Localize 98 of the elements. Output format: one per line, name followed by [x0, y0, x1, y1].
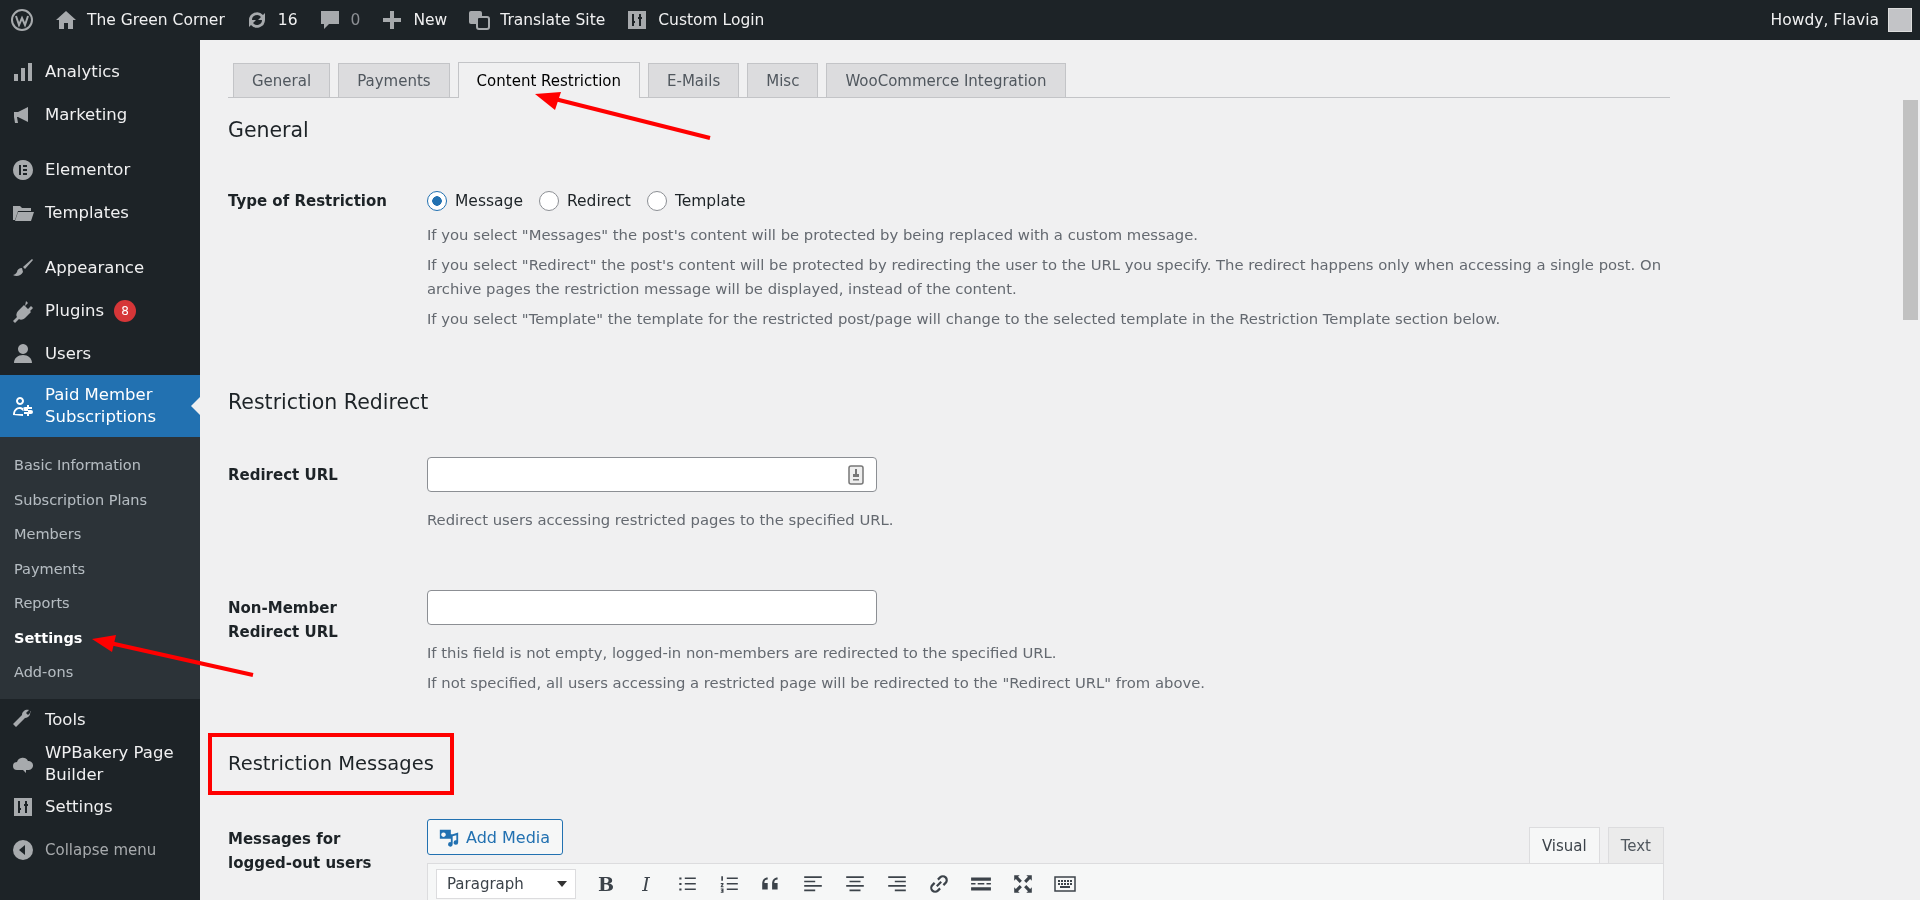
translate-link[interactable]: Translate Site: [467, 8, 606, 32]
menu-item[interactable]: Templates: [0, 191, 200, 234]
menu-label: Paid Member Subscriptions: [45, 384, 158, 428]
sliders-icon: [11, 795, 35, 819]
circle-logo-icon: [11, 157, 35, 182]
new-link[interactable]: New: [380, 8, 448, 32]
field-label: Type of Restriction: [228, 191, 388, 212]
settings-tab[interactable]: Content Restriction: [457, 62, 641, 98]
menu-label: Elementor: [45, 158, 131, 181]
submenu-item[interactable]: Reports: [0, 586, 200, 621]
submenu-item[interactable]: Payments: [0, 551, 200, 586]
description-text: Redirect users accessing restricted pages to the specified URL.: [427, 510, 895, 530]
menu-label: Tools: [45, 709, 86, 731]
account-link[interactable]: Howdy, Flavia: [1770, 8, 1912, 32]
submenu-item[interactable]: Basic Information: [0, 448, 200, 483]
home-icon: [54, 8, 78, 32]
add-media-button[interactable]: Add Media: [427, 819, 564, 855]
section-heading: Restriction Redirect: [228, 389, 430, 415]
custom-login-link[interactable]: Custom Login: [625, 8, 765, 32]
radio-option[interactable]: Redirect: [538, 191, 631, 211]
radio-label: Template: [674, 192, 746, 210]
link-icon[interactable]: [928, 873, 950, 895]
submenu-item[interactable]: Add-ons: [0, 655, 200, 690]
radio-option[interactable]: Template: [646, 191, 746, 211]
menu-item[interactable]: Appearance: [0, 246, 200, 289]
menu-item[interactable]: Analytics: [0, 50, 200, 93]
new-label: New: [413, 11, 448, 29]
settings-tab[interactable]: E-Mails: [648, 63, 740, 97]
submenu-item[interactable]: Members: [0, 517, 200, 552]
field-label: Messages for logged-out users: [228, 829, 373, 874]
radio-option[interactable]: Message: [427, 191, 523, 211]
collapse-menu-button[interactable]: Collapse menu: [0, 828, 200, 872]
translate-icon: [467, 8, 492, 32]
description-text: If you select "Messages" the post's content will be protected by being replaced with a custom message.: [427, 225, 1200, 245]
settings-tab[interactable]: Misc: [747, 63, 819, 97]
scrollbar-thumb[interactable]: [1903, 100, 1918, 320]
user-icon: [11, 341, 35, 366]
bold-button[interactable]: B: [592, 869, 620, 899]
radio-button[interactable]: [427, 191, 447, 211]
updates-link[interactable]: 16: [244, 8, 298, 32]
menu-label: Marketing: [45, 103, 128, 126]
description-text: If not specified, all users accessing a restricted page will be redirected to the "Redirect URL" from above.: [427, 673, 1206, 693]
settings-tab[interactable]: WooCommerce Integration: [826, 63, 1066, 97]
menu-label: Templates: [45, 201, 129, 224]
key-card-icon: [848, 465, 864, 485]
menu-label: Analytics: [45, 60, 120, 83]
url-input-field[interactable]: [427, 457, 877, 492]
greeting: Howdy, Flavia: [1770, 11, 1879, 29]
radio-button[interactable]: [646, 191, 667, 211]
section-heading: Restriction Messages: [228, 751, 434, 777]
menu-label: Users: [45, 342, 92, 365]
description-text: If this field is not empty, logged-in non-members are redirected to the specified URL.: [427, 643, 1058, 663]
translate-label: Translate Site: [500, 11, 606, 29]
menu-item[interactable]: Elementor: [0, 148, 200, 191]
editor-tab[interactable]: Text: [1607, 827, 1664, 863]
numbered-list-icon[interactable]: [718, 873, 740, 895]
description-text: If you select "Template" the template for the restricted post/page will change to the selected template in the Restriction Template section below.: [427, 309, 1502, 329]
menu-item[interactable]: Settings: [0, 785, 200, 829]
radio-label: Message: [455, 192, 523, 210]
field-label: Redirect URL: [228, 465, 339, 486]
keyboard-icon[interactable]: [1054, 873, 1076, 895]
settings-tab[interactable]: General: [233, 63, 331, 97]
submenu-item[interactable]: Subscription Plans: [0, 482, 200, 517]
editor-tab[interactable]: Visual: [1528, 827, 1600, 863]
section-heading: General: [228, 117, 310, 143]
menu-label: Plugins: [45, 299, 105, 322]
collapse-label: Collapse menu: [45, 840, 157, 861]
submenu-item[interactable]: Settings: [0, 620, 200, 655]
italic-button[interactable]: I: [632, 869, 660, 899]
menu-label: Settings: [45, 796, 113, 818]
user-dollar-icon: [11, 394, 35, 418]
menu-item[interactable]: Paid Member Subscriptions: [0, 375, 200, 437]
menu-label: WPBakery Page Builder: [45, 741, 175, 786]
caret-icon: [557, 881, 567, 887]
menu-label: Appearance: [45, 256, 145, 279]
field-label: Non-Member Redirect URL: [228, 598, 339, 643]
plug-icon: [11, 298, 35, 323]
format-select[interactable]: Paragraph: [436, 869, 576, 899]
menu-item[interactable]: Tools: [0, 698, 200, 742]
custom-login-label: Custom Login: [658, 11, 765, 29]
fullscreen-icon[interactable]: [1012, 873, 1034, 895]
site-name: The Green Corner: [87, 11, 225, 29]
menu-item[interactable]: Marketing: [0, 93, 200, 136]
updates-count: 16: [277, 11, 298, 29]
site-name-link[interactable]: The Green Corner: [54, 8, 225, 32]
settings-tab[interactable]: Payments: [338, 63, 450, 97]
circle-logo-icon[interactable]: [10, 8, 34, 32]
avatar-placeholder: [1888, 8, 1912, 32]
comments-link[interactable]: 0: [317, 8, 361, 32]
menu-item[interactable]: WPBakery Page Builder: [0, 741, 200, 786]
url-input-field[interactable]: [427, 590, 877, 625]
menu-item[interactable]: Users: [0, 332, 200, 375]
comments-count: 0: [350, 11, 361, 29]
count-badge: 8: [114, 299, 137, 322]
menu-item[interactable]: Plugins 8: [0, 289, 200, 332]
radio-label: Redirect: [566, 192, 631, 210]
radio-button[interactable]: [538, 191, 559, 211]
description-text: If you select "Redirect" the post's content will be protected by redirecting the user to the URL you specify. The redirect happens only when accessing a single post. On archive pages the restriction message will be displayed, instead of the content.: [427, 255, 1663, 299]
